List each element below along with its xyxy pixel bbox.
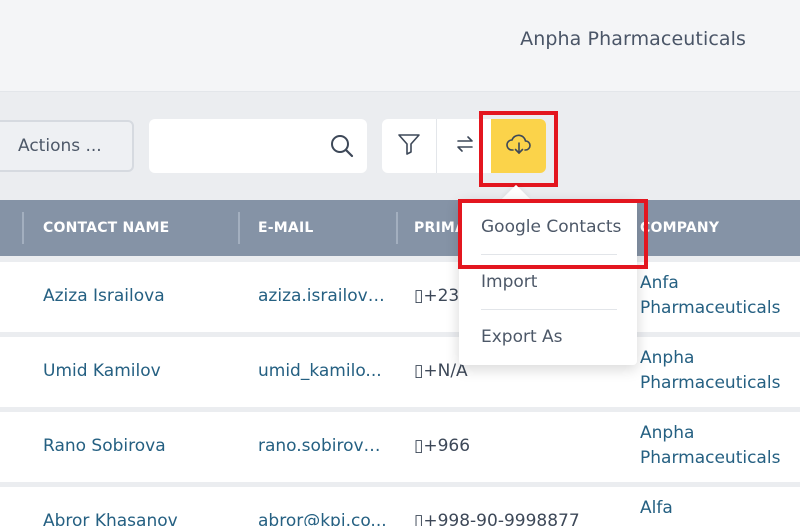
menu-separator	[481, 309, 617, 310]
filter-icon	[396, 131, 422, 161]
company-link[interactable]: Anpha Pharmaceuticals	[640, 421, 800, 471]
column-separator	[22, 212, 24, 244]
column-header-contact-name[interactable]: CONTACT NAME	[43, 200, 169, 256]
company-title: Anpha Pharmaceuticals	[520, 28, 746, 50]
company-link[interactable]: Alfa	[640, 496, 800, 521]
download-highlight-box	[479, 111, 558, 187]
email-link[interactable]: aziza.israilova...	[258, 286, 388, 306]
column-header-email[interactable]: E-MAIL	[258, 200, 313, 256]
menu-item-import[interactable]: Import	[481, 272, 537, 292]
actions-button[interactable]: Actions ...	[0, 120, 134, 172]
contact-name-link[interactable]: Umid Kamilov	[43, 361, 233, 381]
contact-name-link[interactable]: Rano Sobirova	[43, 436, 233, 456]
contact-name-link[interactable]: Aziza Israilova	[43, 286, 233, 306]
search-icon[interactable]	[329, 133, 355, 159]
email-link[interactable]: abror@kpi.co...	[258, 511, 388, 526]
column-header-company[interactable]: COMPANY	[640, 200, 719, 256]
company-line: Anpha	[640, 423, 695, 443]
table-header: CONTACT NAME E-MAIL PRIMA COMPANY	[0, 200, 800, 256]
tool-group	[382, 119, 492, 173]
company-line: Alfa	[640, 498, 673, 518]
column-separator	[238, 212, 240, 244]
email-link[interactable]: umid_kamilo...	[258, 361, 388, 381]
email-link[interactable]: rano.sobirova...	[258, 436, 388, 456]
table-row[interactable]: Rano Sobirova rano.sobirova... ▯+966 Anp…	[0, 412, 800, 482]
company-line: Anpha	[640, 348, 695, 368]
company-link[interactable]: Anfa Pharmaceuticals	[640, 271, 800, 321]
company-line: Pharmaceuticals	[640, 373, 781, 393]
google-contacts-highlight-box	[458, 199, 648, 269]
sync-icon	[453, 132, 477, 160]
search-input[interactable]	[161, 129, 321, 163]
company-link[interactable]: Anpha Pharmaceuticals	[640, 346, 800, 396]
company-line: Pharmaceuticals	[640, 298, 781, 318]
top-bar: Anpha Pharmaceuticals	[0, 0, 800, 92]
table-row[interactable]: Umid Kamilov umid_kamilo... ▯+N/A Anpha …	[0, 337, 800, 407]
menu-item-export-as[interactable]: Export As	[481, 327, 563, 347]
phone-value: ▯+966	[414, 436, 471, 456]
filter-button[interactable]	[382, 119, 436, 173]
search-box	[149, 119, 367, 173]
table-row[interactable]: Abror Khasanov abror@kpi.co... ▯+998-90-…	[0, 487, 800, 526]
company-line: Pharmaceuticals	[640, 448, 781, 468]
contact-name-link[interactable]: Abror Khasanov	[43, 511, 233, 526]
column-separator	[396, 212, 398, 244]
table-row[interactable]: Aziza Israilova aziza.israilova... ▯+23 …	[0, 262, 800, 332]
phone-value: ▯+998-90-9998877	[414, 511, 580, 526]
company-line: Anfa	[640, 273, 679, 293]
